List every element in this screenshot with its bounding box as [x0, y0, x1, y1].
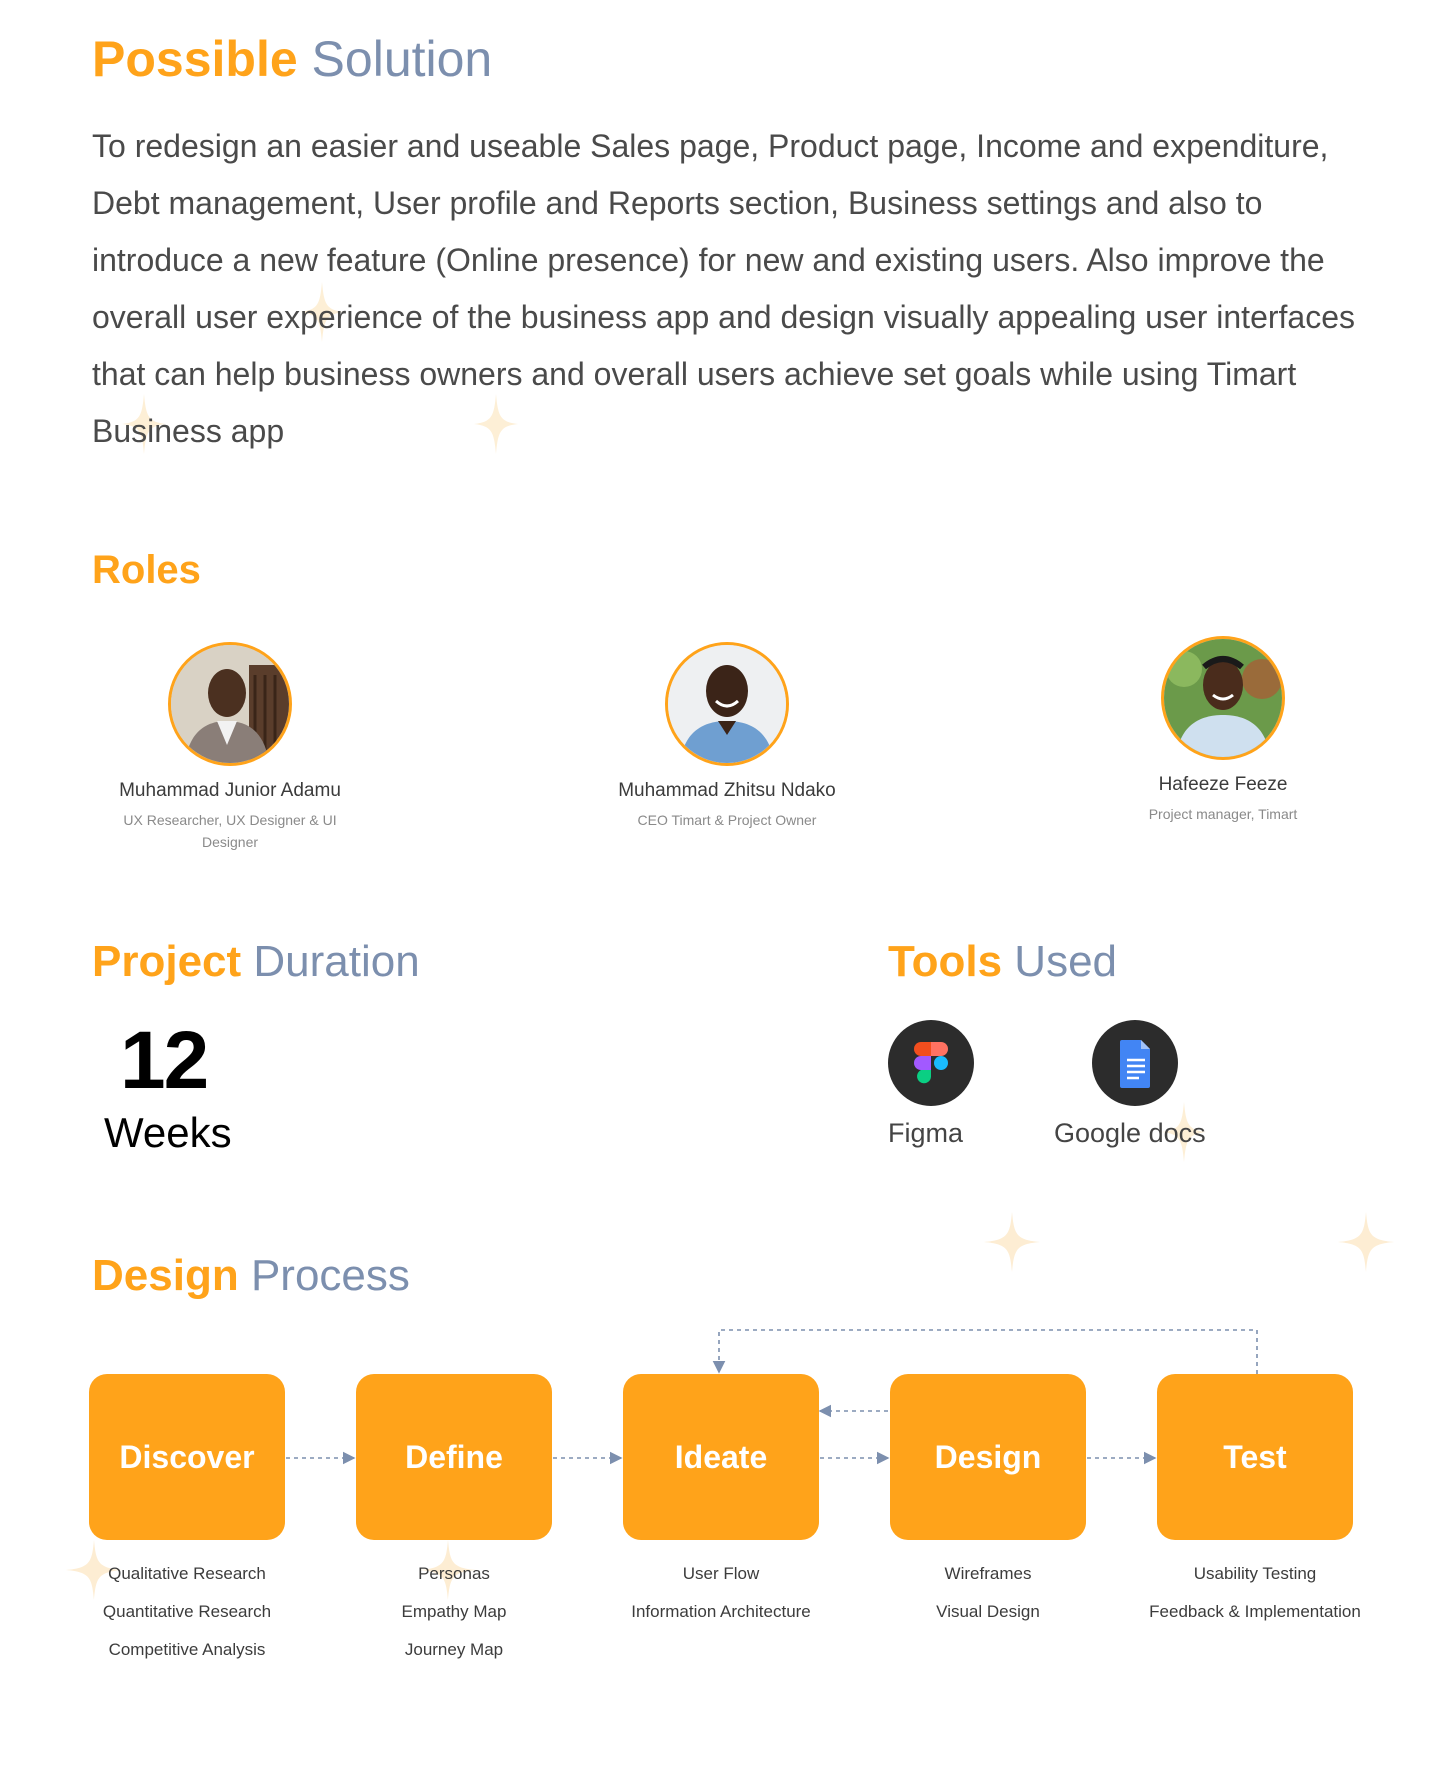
- process-item: Usability Testing: [1193, 1564, 1317, 1583]
- process-item: Empathy Map: [401, 1602, 507, 1621]
- process-step-design: Design: [890, 1374, 1086, 1540]
- process-item: Information Architecture: [631, 1602, 811, 1621]
- process-item: Wireframes: [944, 1564, 1032, 1583]
- process-step-items: Personas Empathy Map Journey Map: [314, 1562, 594, 1676]
- process-item: Journey Map: [404, 1640, 504, 1659]
- process-item: Visual Design: [936, 1602, 1040, 1621]
- process-item: User Flow: [682, 1564, 760, 1583]
- process-step-ideate: Ideate: [623, 1374, 819, 1540]
- process-step-items: User Flow Information Architecture: [581, 1562, 861, 1638]
- process-step-items: Wireframes Visual Design: [848, 1562, 1128, 1638]
- process-step-define: Define: [356, 1374, 552, 1540]
- connector-arrow: [712, 1329, 1258, 1374]
- process-item: Competitive Analysis: [108, 1640, 266, 1659]
- process-item: Quantitative Research: [102, 1602, 272, 1621]
- process-step-items: Usability Testing Feedback & Implementat…: [1115, 1562, 1395, 1638]
- process-item: Feedback & Implementation: [1149, 1602, 1361, 1621]
- process-item: Qualitative Research: [108, 1564, 266, 1583]
- process-step-discover: Discover: [89, 1374, 285, 1540]
- process-step-items: Qualitative Research Quantitative Resear…: [47, 1562, 327, 1676]
- process-item: Personas: [418, 1564, 490, 1583]
- process-step-test: Test: [1157, 1374, 1353, 1540]
